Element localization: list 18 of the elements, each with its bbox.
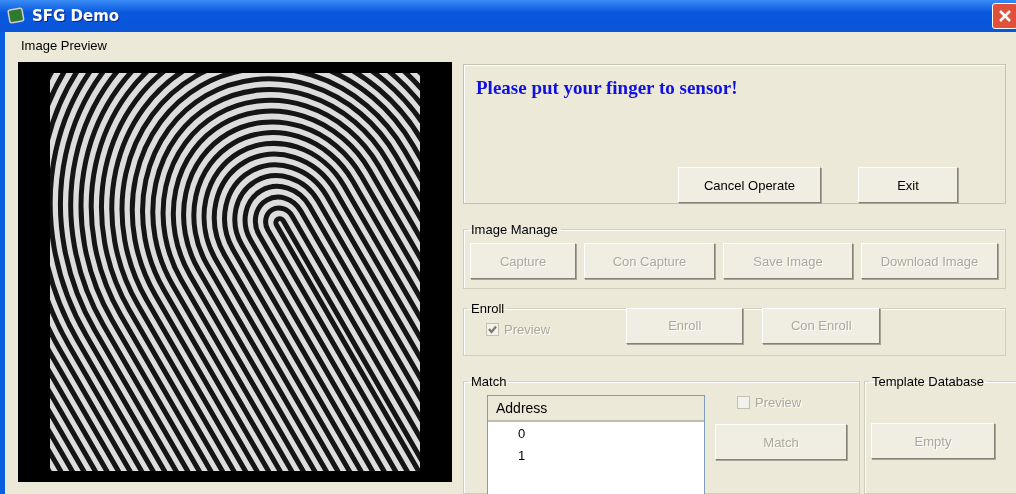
- section-label: Image Preview: [20, 37, 108, 54]
- checkbox-label: Preview: [755, 395, 802, 410]
- app-icon: [6, 7, 26, 25]
- status-message: Please put your finger to sensor!: [476, 77, 738, 99]
- address-list[interactable]: Address 0 1: [487, 395, 705, 494]
- group-title: Image Manage: [470, 222, 559, 237]
- column-header[interactable]: Address: [488, 396, 704, 422]
- push-button[interactable]: Cancel Operate: [678, 167, 821, 203]
- push-button[interactable]: Exit: [858, 167, 958, 203]
- checkbox-label: Preview: [504, 322, 551, 338]
- group-title: Template Database: [871, 374, 985, 389]
- close-icon: [999, 10, 1011, 22]
- group-title: Enroll: [470, 300, 506, 316]
- close-button[interactable]: [992, 3, 1016, 29]
- list-item[interactable]: 1: [488, 444, 704, 466]
- list-item[interactable]: 0: [488, 422, 704, 444]
- window-title: SFG Demo: [32, 7, 120, 25]
- group-title: Match: [470, 374, 508, 389]
